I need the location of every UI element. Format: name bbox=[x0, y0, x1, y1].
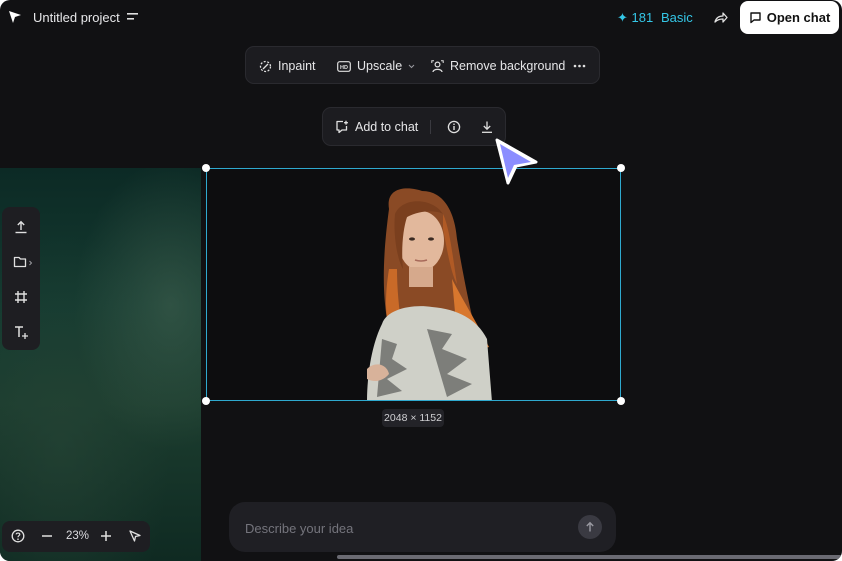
folder-icon[interactable] bbox=[13, 254, 33, 270]
remove-background-label: Remove background bbox=[450, 59, 566, 73]
prompt-input[interactable] bbox=[243, 517, 567, 539]
add-to-chat-label: Add to chat bbox=[355, 120, 419, 134]
selection-actions-bar: Add to chat bbox=[322, 107, 506, 146]
send-button[interactable] bbox=[578, 515, 602, 539]
pointer-icon[interactable] bbox=[128, 529, 142, 543]
hd-icon: HD bbox=[337, 60, 351, 72]
inpaint-label: Inpaint bbox=[278, 59, 316, 73]
add-text-icon[interactable] bbox=[13, 324, 29, 340]
more-button[interactable] bbox=[573, 47, 586, 85]
image-toolbar: Inpaint HD Upscale Remove background bbox=[245, 46, 600, 84]
credits-value: 181 bbox=[631, 10, 654, 25]
zoom-out-icon[interactable] bbox=[40, 529, 54, 543]
chevron-down-icon bbox=[408, 64, 415, 69]
upscale-label: Upscale bbox=[357, 59, 403, 73]
sparkle-icon: ✦ bbox=[617, 10, 628, 25]
share-icon[interactable] bbox=[713, 10, 728, 25]
resize-handle-bottom-left[interactable] bbox=[202, 397, 210, 405]
svg-text:HD: HD bbox=[340, 64, 348, 70]
crop-icon[interactable] bbox=[13, 289, 29, 305]
app-window: Untitled project ✦ 181 Basic Open chat I… bbox=[0, 0, 842, 561]
remove-background-icon bbox=[431, 59, 444, 73]
project-title[interactable]: Untitled project bbox=[33, 10, 120, 25]
info-icon[interactable] bbox=[447, 120, 461, 134]
prompt-box bbox=[229, 502, 616, 552]
zoom-controls: 23% bbox=[2, 521, 150, 552]
image-dimensions-badge: 2048 × 1152 bbox=[382, 409, 444, 427]
cursor-pointer-icon bbox=[492, 136, 540, 188]
upload-icon[interactable] bbox=[13, 219, 29, 235]
zoom-level: 23% bbox=[66, 530, 90, 542]
resize-handle-bottom-right[interactable] bbox=[617, 397, 625, 405]
resize-handle-top-left[interactable] bbox=[202, 164, 210, 172]
remove-background-button[interactable]: Remove background bbox=[431, 47, 565, 85]
logo-icon[interactable] bbox=[8, 10, 22, 24]
horizontal-scrollbar[interactable] bbox=[337, 555, 842, 559]
divider bbox=[430, 120, 431, 134]
more-icon bbox=[573, 64, 586, 68]
resize-handle-top-right[interactable] bbox=[617, 164, 625, 172]
add-to-chat-button[interactable]: Add to chat bbox=[335, 108, 418, 146]
inpaint-button[interactable]: Inpaint bbox=[259, 47, 316, 85]
send-icon bbox=[584, 521, 596, 533]
top-bar: Untitled project ✦ 181 Basic Open chat bbox=[0, 0, 842, 36]
menu-icon[interactable] bbox=[127, 12, 139, 22]
left-toolbar bbox=[2, 207, 40, 350]
inpaint-icon bbox=[259, 60, 272, 73]
credits-counter[interactable]: ✦ 181 bbox=[617, 10, 653, 26]
open-chat-label: Open chat bbox=[766, 10, 831, 25]
open-chat-button[interactable]: Open chat bbox=[740, 1, 839, 34]
portrait-image bbox=[367, 188, 492, 400]
upscale-button[interactable]: HD Upscale bbox=[337, 47, 415, 85]
zoom-in-icon[interactable] bbox=[99, 529, 113, 543]
help-icon[interactable] bbox=[11, 529, 25, 543]
download-icon[interactable] bbox=[480, 120, 494, 134]
selected-image[interactable] bbox=[206, 168, 621, 401]
chat-bubble-icon bbox=[749, 11, 762, 24]
plan-badge[interactable]: Basic bbox=[661, 10, 693, 25]
add-to-chat-icon bbox=[335, 120, 349, 134]
